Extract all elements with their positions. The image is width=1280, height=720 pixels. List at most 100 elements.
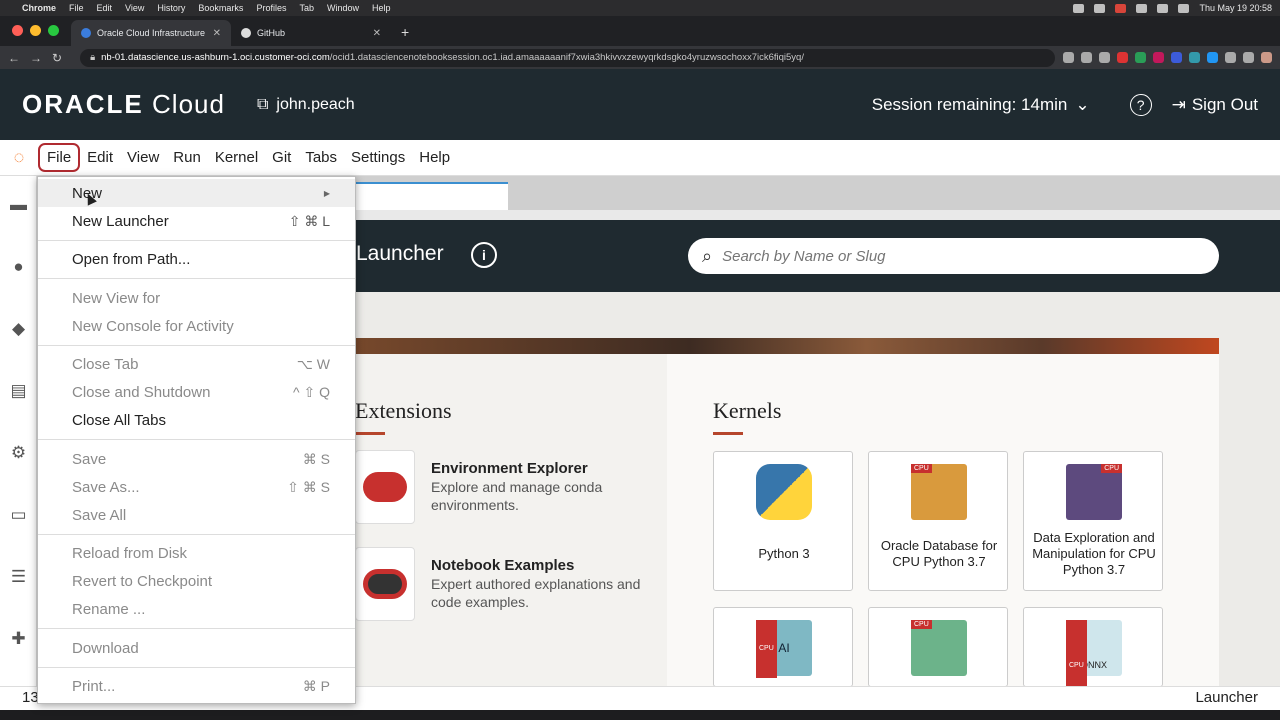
- cpu-badge: CPU: [756, 620, 777, 678]
- close-window-icon[interactable]: [12, 25, 23, 36]
- mac-menu-help[interactable]: Help: [372, 3, 391, 13]
- menu-run[interactable]: Run: [166, 145, 208, 170]
- launcher-banner: [337, 338, 1219, 354]
- menu-item-download[interactable]: Download: [38, 634, 355, 662]
- puzzle-icon[interactable]: ✚: [8, 628, 29, 649]
- tab-title: Oracle Cloud Infrastructure: [97, 28, 206, 38]
- mac-menu-tab[interactable]: Tab: [299, 3, 314, 13]
- menu-item-save-all[interactable]: Save All: [38, 501, 355, 529]
- menu-item-reload-from-disk[interactable]: Reload from Disk: [38, 539, 355, 567]
- menu-file[interactable]: File: [38, 143, 81, 172]
- help-icon[interactable]: ?: [1129, 93, 1152, 116]
- folder-icon[interactable]: ▬: [8, 194, 29, 215]
- status-icon[interactable]: [1094, 3, 1106, 13]
- session-dropdown[interactable]: Session remaining: 14min ⌄: [872, 95, 1090, 115]
- kernel-card-ai[interactable]: CPU AI: [713, 607, 853, 687]
- new-tab-button[interactable]: +: [391, 24, 419, 46]
- status-icon[interactable]: [1115, 3, 1127, 13]
- back-icon[interactable]: ←: [8, 51, 20, 65]
- menu-item-save-as[interactable]: Save As... ⇧ ⌘ S: [38, 473, 355, 501]
- menu-help[interactable]: Help: [412, 145, 457, 170]
- stop-circle-icon[interactable]: ●: [8, 256, 29, 277]
- user-link[interactable]: ⧉ john.peach: [257, 96, 355, 114]
- extension-icon[interactable]: [1153, 52, 1164, 63]
- oci-header: ORACLE Cloud ⧉ john.peach Session remain…: [0, 69, 1280, 140]
- mac-menu-window[interactable]: Window: [327, 3, 359, 13]
- tab-launcher[interactable]: [337, 182, 508, 210]
- kernel-card-python3[interactable]: Python 3: [713, 451, 853, 591]
- close-icon[interactable]: ✕: [213, 28, 221, 39]
- menu-item-close-and-shutdown[interactable]: Close and Shutdown ^ ⇧ Q: [38, 378, 355, 406]
- mac-menu-app[interactable]: Chrome: [22, 3, 56, 13]
- sidepanel-icon[interactable]: [1243, 52, 1254, 63]
- menu-shortcut: ⌘ S: [302, 450, 330, 467]
- menu-view[interactable]: View: [120, 145, 166, 170]
- kernel-card-onnx[interactable]: CPU ONNX: [1023, 607, 1163, 712]
- mac-menu-history[interactable]: History: [157, 3, 185, 13]
- window-bottom: [0, 710, 1280, 720]
- minimize-window-icon[interactable]: [30, 25, 41, 36]
- status-icon[interactable]: [1136, 3, 1148, 13]
- menu-edit[interactable]: Edit: [80, 145, 120, 170]
- extension-environment-explorer[interactable]: Environment Explorer Explore and manage …: [355, 450, 655, 526]
- reload-icon[interactable]: ↻: [52, 51, 62, 65]
- menu-item-open-from-path[interactable]: Open from Path...: [38, 245, 355, 273]
- menu-item-save[interactable]: Save ⌘ S: [38, 445, 355, 473]
- menu-kernel[interactable]: Kernel: [208, 145, 265, 170]
- extension-notebook-examples[interactable]: Notebook Examples Expert authored explan…: [355, 547, 655, 623]
- extension-icon[interactable]: [1117, 52, 1128, 63]
- menu-tabs[interactable]: Tabs: [298, 145, 344, 170]
- puzzle-icon[interactable]: [1225, 52, 1236, 63]
- mac-menu-edit[interactable]: Edit: [97, 3, 113, 13]
- maximize-window-icon[interactable]: [48, 25, 59, 36]
- kernel-card-data-exploration[interactable]: CPU Data Exploration and Manipulation fo…: [1023, 451, 1163, 591]
- avatar[interactable]: [1261, 52, 1272, 63]
- forward-icon[interactable]: →: [30, 51, 42, 65]
- kernels-title: Kernels: [713, 398, 782, 423]
- extension-icon[interactable]: [1207, 52, 1218, 63]
- kernel-card-oracle-database[interactable]: CPU Oracle Database for CPU Python 3.7: [868, 451, 1008, 591]
- menu-item-new-launcher[interactable]: New Launcher ⇧ ⌘ L: [38, 207, 355, 235]
- menu-item-print[interactable]: Print... ⌘ P: [38, 672, 355, 700]
- browser-tab-oci[interactable]: Oracle Cloud Infrastructure ✕: [71, 20, 231, 46]
- launcher-search[interactable]: ⌕: [688, 238, 1219, 274]
- url-bar[interactable]: 🔒︎ nb-01.datascience.us-ashburn-1.oci.cu…: [80, 48, 1055, 67]
- clock[interactable]: Thu May 19 20:58: [1199, 3, 1272, 13]
- mac-menu-profiles[interactable]: Profiles: [256, 3, 286, 13]
- menu-settings[interactable]: Settings: [344, 145, 412, 170]
- status-icon[interactable]: [1073, 3, 1085, 13]
- menu-item-rename[interactable]: Rename ...: [38, 595, 355, 623]
- mac-menu-file[interactable]: File: [69, 3, 84, 13]
- share-icon[interactable]: [1081, 52, 1092, 63]
- ml-head-icon: CPU: [911, 620, 967, 676]
- extension-icon[interactable]: [1171, 52, 1182, 63]
- property-inspector-icon[interactable]: ▤: [8, 380, 29, 401]
- tabs-icon[interactable]: ▭: [8, 504, 29, 525]
- chevron-right-icon: ▶: [323, 188, 330, 198]
- browser-tab-github[interactable]: GitHub ✕: [231, 20, 391, 46]
- menu-item-revert-to-checkpoint[interactable]: Revert to Checkpoint: [38, 567, 355, 595]
- close-icon[interactable]: ✕: [373, 28, 381, 39]
- list-icon[interactable]: ☰: [8, 566, 29, 587]
- bookmark-star-icon[interactable]: [1099, 52, 1110, 63]
- zoom-icon[interactable]: [1063, 52, 1074, 63]
- extension-icon[interactable]: [1189, 52, 1200, 63]
- sign-out-button[interactable]: ⇥ Sign Out: [1172, 95, 1258, 115]
- menu-item-new-view-for[interactable]: New View for: [38, 284, 355, 312]
- extension-icon[interactable]: [1135, 52, 1146, 63]
- menu-git[interactable]: Git: [265, 145, 298, 170]
- menu-item-close-tab[interactable]: Close Tab ⌥ W: [38, 350, 355, 378]
- menu-item-label: Close All Tabs: [72, 411, 166, 429]
- gear-icon[interactable]: ⚙: [8, 442, 29, 463]
- mac-menu-view[interactable]: View: [125, 3, 144, 13]
- git-icon[interactable]: ◆: [8, 318, 29, 339]
- info-icon[interactable]: i: [471, 242, 497, 268]
- wifi-icon[interactable]: [1157, 3, 1169, 13]
- oracle-cloud-logo[interactable]: ORACLE Cloud: [22, 89, 225, 120]
- search-input[interactable]: [722, 247, 1183, 265]
- kernel-card-ml[interactable]: CPU: [868, 607, 1008, 687]
- search-icon[interactable]: [1178, 3, 1190, 13]
- menu-item-close-all-tabs[interactable]: Close All Tabs: [38, 406, 355, 434]
- menu-item-new-console[interactable]: New Console for Activity: [38, 312, 355, 340]
- mac-menu-bookmarks[interactable]: Bookmarks: [198, 3, 243, 13]
